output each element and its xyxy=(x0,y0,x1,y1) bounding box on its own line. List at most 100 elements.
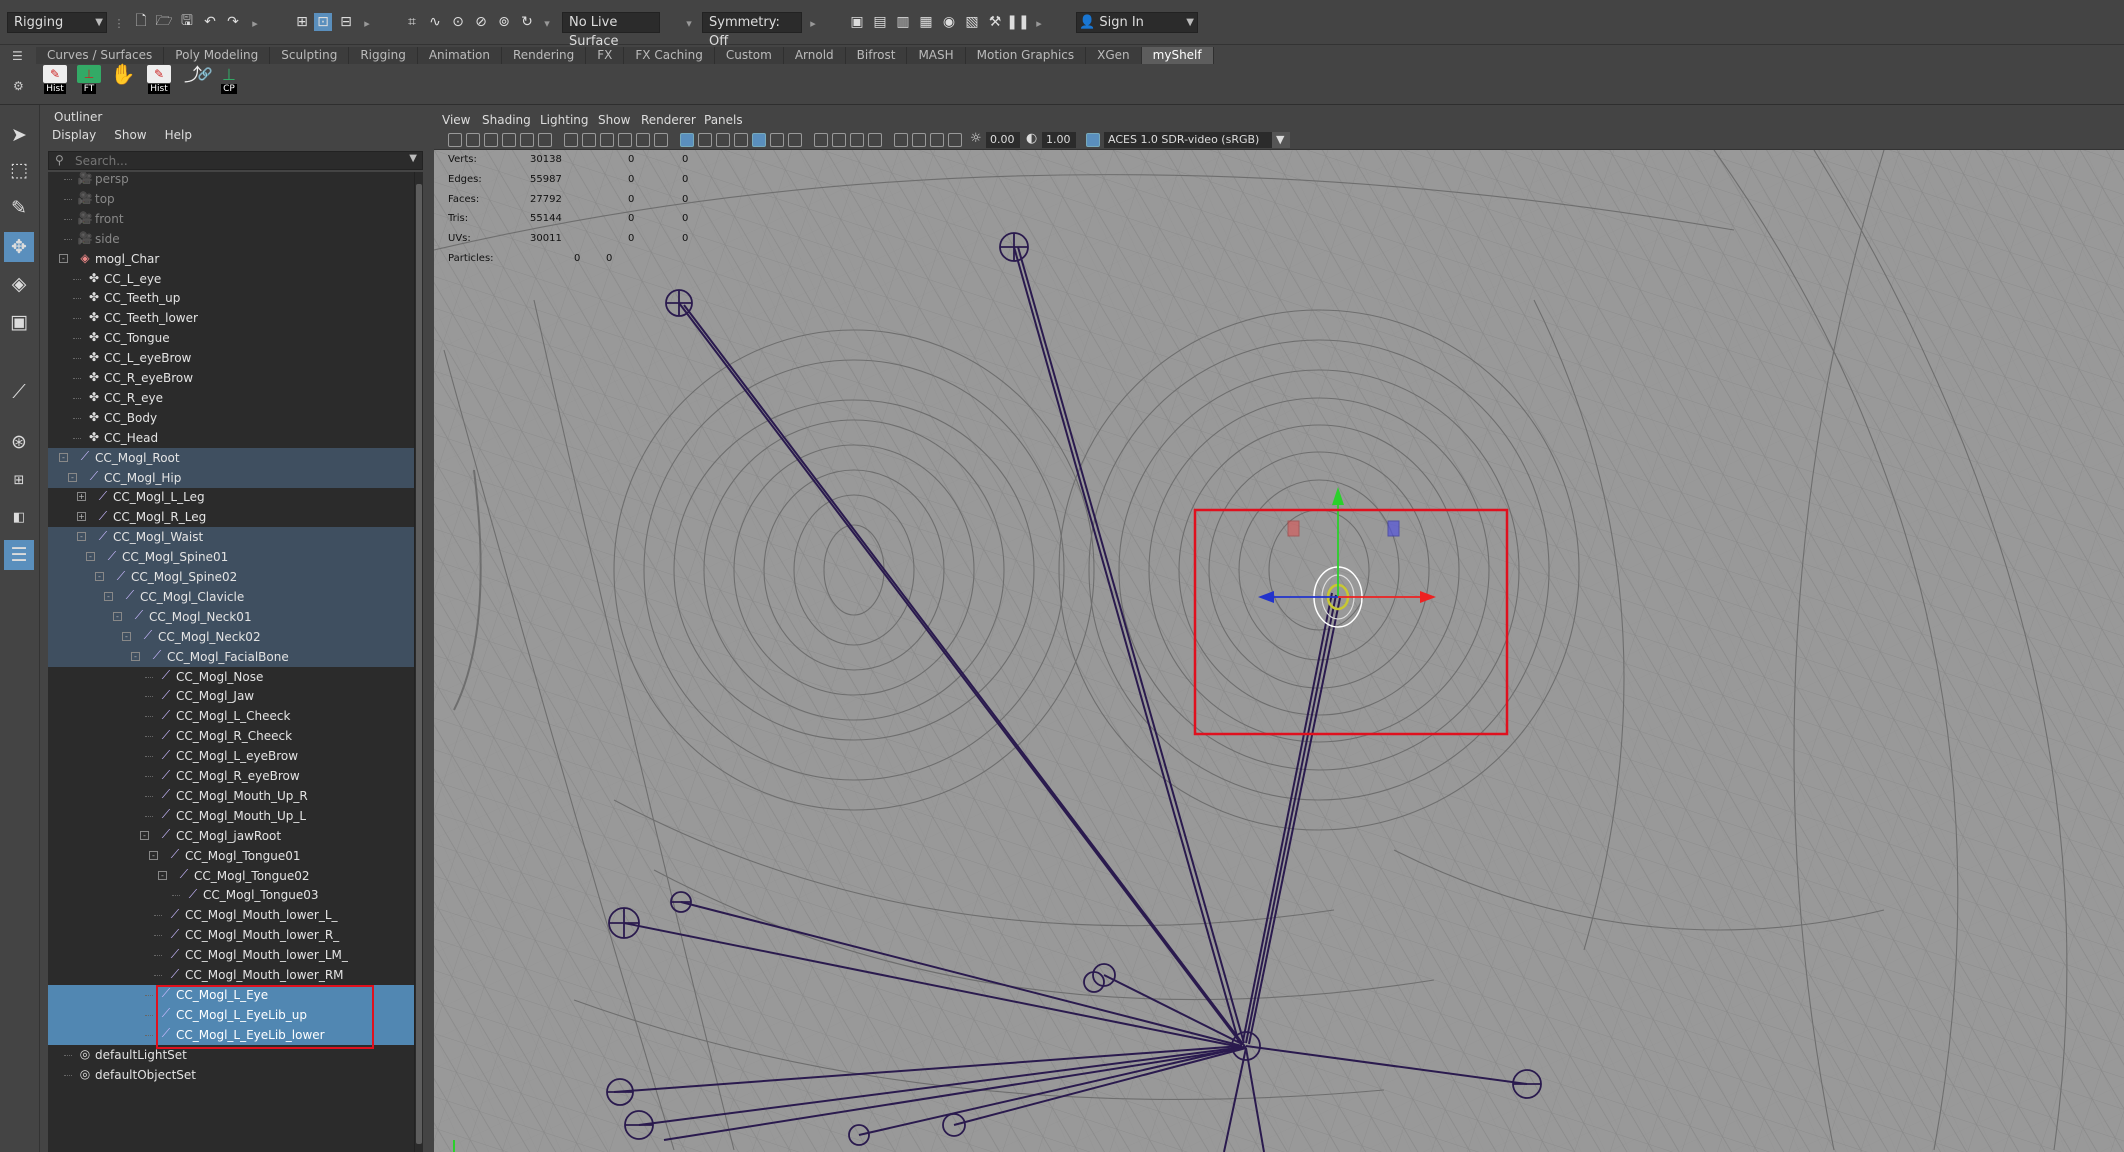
hypershade-icon[interactable]: ◉ xyxy=(940,13,958,31)
grid-icon[interactable] xyxy=(564,133,578,147)
collapse-handle[interactable]: ▸ xyxy=(252,12,258,34)
shelf-tab[interactable]: Rigging xyxy=(349,47,418,64)
outliner-row[interactable]: - ⟋ CC_Mogl_Spine01 xyxy=(48,547,414,568)
xray-joints-icon[interactable] xyxy=(930,133,944,147)
menu-show[interactable]: Show xyxy=(114,128,146,142)
menu-shading[interactable]: Shading xyxy=(482,113,531,127)
menu-renderer[interactable]: Renderer xyxy=(641,113,696,127)
separator-handle[interactable]: ⋮ xyxy=(114,12,125,34)
depth-of-field-icon[interactable] xyxy=(868,133,882,147)
layout-presets-icon[interactable]: ⊞ xyxy=(4,465,34,495)
ipr-render-icon[interactable]: ▥ xyxy=(894,13,912,31)
live-surface-field[interactable]: No Live Surface xyxy=(562,12,660,49)
collapse-toggle-icon[interactable]: - xyxy=(59,452,68,462)
render-frame-icon[interactable]: ▤ xyxy=(871,13,889,31)
snap-view-plane-icon[interactable]: ⊘ xyxy=(472,13,490,31)
move-tool-icon[interactable]: ✥ xyxy=(4,232,34,262)
open-scene-icon[interactable]: 🗁 xyxy=(155,13,173,31)
menu-show[interactable]: Show xyxy=(598,113,630,127)
collapse-toggle-icon[interactable]: - xyxy=(140,830,149,840)
scale-tool-icon[interactable]: ▣ xyxy=(4,307,34,337)
outliner-row[interactable]: ✤ CC_Body xyxy=(48,408,414,428)
use-all-lights-icon[interactable] xyxy=(770,133,784,147)
expand-toggle-icon[interactable]: + xyxy=(77,492,86,502)
options-chevron-icon[interactable]: ▾ xyxy=(544,12,550,34)
collapse-toggle-icon[interactable]: - xyxy=(59,253,68,263)
shelf-tab[interactable]: FX xyxy=(586,47,625,64)
default-material-icon[interactable] xyxy=(716,133,730,147)
shelf-button-ft[interactable]: ⊥ FT xyxy=(76,65,102,95)
outliner-row[interactable]: 🎥 side xyxy=(48,229,414,249)
make-live-icon[interactable]: ⊚ xyxy=(495,13,513,31)
2d-pan-zoom-icon[interactable] xyxy=(520,133,534,147)
color-management-icon[interactable] xyxy=(1086,133,1100,147)
lasso-tool-icon[interactable]: ⬚ xyxy=(4,155,34,185)
outliner-row[interactable]: - ⟋ CC_Mogl_Tongue02 xyxy=(48,866,414,886)
select-hierarchy-icon[interactable]: ⊞ xyxy=(293,13,311,31)
options-chevron-icon[interactable]: ▾ xyxy=(686,12,692,34)
shelf-tab[interactable]: Poly Modeling xyxy=(164,47,271,64)
snap-rotate-icon[interactable]: ↻ xyxy=(518,13,536,31)
rotate-tool-icon[interactable]: ◈ xyxy=(4,269,34,299)
outliner-row[interactable]: - ⟋ CC_Mogl_Root xyxy=(48,447,414,468)
outliner-scrollbar[interactable] xyxy=(414,172,423,1152)
outliner-row[interactable]: - ⟋ CC_Mogl_Spine02 xyxy=(48,567,414,587)
outliner-row[interactable]: - ⟋ CC_Mogl_jawRoot xyxy=(48,826,414,846)
outliner-row[interactable]: ✤ CC_R_eyeBrow xyxy=(48,368,414,388)
menu-view[interactable]: View xyxy=(442,113,470,127)
shelf-tab[interactable]: Sculpting xyxy=(270,47,350,64)
outliner-row[interactable]: ⟋ CC_Mogl_Mouth_lower_RM xyxy=(48,965,414,985)
save-scene-icon[interactable]: 🖫 xyxy=(178,13,196,31)
outliner-row[interactable]: - ⟋ CC_Mogl_Tongue01 xyxy=(48,846,414,866)
shelf-tab[interactable]: Custom xyxy=(714,47,784,64)
collapse-toggle-icon[interactable]: - xyxy=(68,472,77,482)
shelf-button-cp[interactable]: ⊥ CP xyxy=(216,65,242,95)
outliner-row[interactable]: 🎥 persp xyxy=(48,172,414,189)
chevron-down-icon[interactable]: ▼ xyxy=(1272,132,1290,148)
collapse-handle[interactable]: ▸ xyxy=(364,12,370,34)
outliner-row[interactable]: ⟋ CC_Mogl_Mouth_lower_LM_ xyxy=(48,945,414,965)
shelf-tab[interactable]: Animation xyxy=(417,47,502,64)
new-scene-icon[interactable]: 🗋 xyxy=(132,13,150,31)
outliner-row[interactable]: - ⟋ CC_Mogl_Hip xyxy=(48,467,414,488)
camera-attributes-icon[interactable] xyxy=(466,133,480,147)
bookmark-icon[interactable] xyxy=(484,133,498,147)
outliner-row[interactable]: - ⟋ CC_Mogl_FacialBone xyxy=(48,646,414,667)
pause-icon[interactable]: ❚❚ xyxy=(1006,13,1029,31)
exposure-icon[interactable]: ☼ xyxy=(970,131,982,146)
exposure-field[interactable]: 0.00 xyxy=(986,132,1020,148)
shelf-tab[interactable]: XGen xyxy=(1086,47,1142,64)
outliner-row[interactable]: 🎥 top xyxy=(48,189,414,209)
collapse-toggle-icon[interactable]: - xyxy=(77,532,86,542)
shelf-tab[interactable]: MASH xyxy=(907,47,966,64)
shelf-button-hist[interactable]: ✎ Hist xyxy=(42,65,68,95)
collapse-handle[interactable]: ▸ xyxy=(1036,12,1042,34)
render-view-icon[interactable]: ▣ xyxy=(848,13,866,31)
scrollbar-thumb[interactable] xyxy=(416,184,422,1144)
shelf-button-hand[interactable]: ✋ xyxy=(110,62,136,95)
select-component-icon[interactable]: ⊟ xyxy=(337,13,355,31)
menuset-dropdown[interactable]: Rigging ▼ xyxy=(7,12,107,33)
xray-icon[interactable] xyxy=(912,133,926,147)
outliner-row[interactable]: ⟋ CC_Mogl_Mouth_Up_R xyxy=(48,786,414,806)
collapse-toggle-icon[interactable]: - xyxy=(131,651,140,661)
shelf-tab[interactable]: Rendering xyxy=(502,47,587,64)
grease-pencil-icon[interactable] xyxy=(538,133,552,147)
xray-components-icon[interactable] xyxy=(948,133,962,147)
snap-curve-icon[interactable]: ∿ xyxy=(426,13,444,31)
outliner-row[interactable]: ⟋ CC_Mogl_Jaw xyxy=(48,686,414,706)
search-filter-icon[interactable]: ⚲ xyxy=(55,153,64,167)
render-settings-icon[interactable]: ▦ xyxy=(917,13,935,31)
view-transform-dropdown[interactable]: ACES 1.0 SDR-video (sRGB) xyxy=(1104,132,1272,148)
shelf-tab[interactable]: Arnold xyxy=(783,47,846,64)
isolate-select-icon[interactable] xyxy=(894,133,908,147)
collapse-toggle-icon[interactable]: - xyxy=(104,591,113,601)
outliner-row[interactable]: 🎥 front xyxy=(48,209,414,229)
sign-in-dropdown[interactable]: 👤 Sign In ▼ xyxy=(1076,12,1198,33)
collapse-toggle-icon[interactable]: - xyxy=(158,870,167,880)
collapse-toggle-icon[interactable]: - xyxy=(149,850,158,860)
select-object-icon[interactable]: ⊡ xyxy=(314,13,332,31)
shadows-icon[interactable] xyxy=(788,133,802,147)
resolution-gate-icon[interactable] xyxy=(600,133,614,147)
outliner-row[interactable]: ⟋ CC_Mogl_L_eyeBrow xyxy=(48,746,414,766)
